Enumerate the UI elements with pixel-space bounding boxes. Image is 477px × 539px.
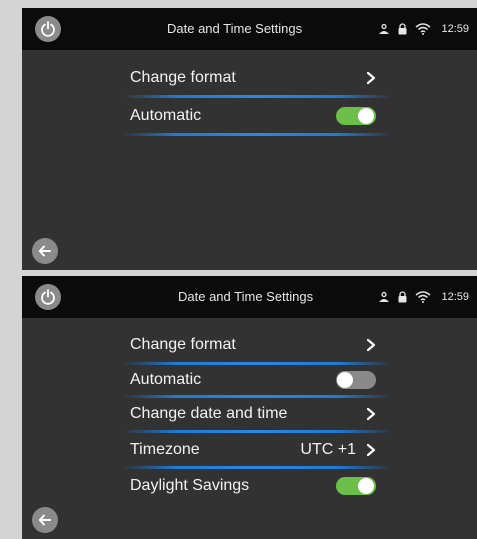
wifi-icon xyxy=(415,291,431,303)
timezone-row[interactable]: Timezone UTC +1 xyxy=(122,433,392,466)
chevron-right-icon xyxy=(366,407,376,421)
chevron-right-icon xyxy=(366,338,376,351)
toggle-knob xyxy=(358,477,374,494)
status-bar: Date and Time Settings 12:59 xyxy=(22,8,477,50)
back-arrow-icon xyxy=(38,245,51,257)
page-title: Date and Time Settings xyxy=(178,289,314,304)
user-icon xyxy=(378,23,390,35)
row-label: Automatic xyxy=(130,371,202,388)
page-title: Date and Time Settings xyxy=(167,21,303,36)
automatic-row: Automatic xyxy=(122,365,392,395)
back-button[interactable] xyxy=(32,507,58,533)
clock-time: 12:59 xyxy=(441,291,469,303)
daylight-savings-toggle[interactable] xyxy=(336,476,376,495)
row-label: Daylight Savings xyxy=(130,476,250,494)
wifi-icon xyxy=(415,23,431,35)
change-format-row[interactable]: Change format xyxy=(122,327,392,362)
daylight-savings-row: Daylight Savings xyxy=(122,469,392,502)
toggle-knob xyxy=(358,107,374,124)
settings-screen-automatic-on: Date and Time Settings 12:59 Change form… xyxy=(22,8,477,270)
automatic-toggle[interactable] xyxy=(336,106,376,125)
change-date-time-row[interactable]: Change date and time xyxy=(122,398,392,430)
chevron-right-icon xyxy=(366,71,376,84)
back-arrow-icon xyxy=(38,514,51,526)
toggle-knob xyxy=(337,372,353,388)
user-icon xyxy=(378,291,390,303)
row-label: Automatic xyxy=(130,106,202,124)
automatic-row: Automatic xyxy=(122,98,392,133)
status-bar: Date and Time Settings 12:59 xyxy=(22,276,477,318)
row-label: Timezone xyxy=(130,440,200,458)
change-format-row[interactable]: Change format xyxy=(122,60,392,95)
settings-list: Change format Automatic Change date and … xyxy=(122,327,392,502)
power-icon xyxy=(41,21,55,37)
lock-icon xyxy=(398,291,407,303)
lock-icon xyxy=(398,23,407,35)
power-icon xyxy=(41,289,55,305)
clock-time: 12:59 xyxy=(441,23,469,35)
power-button[interactable] xyxy=(35,284,61,310)
automatic-toggle[interactable] xyxy=(336,371,376,389)
row-label: Change format xyxy=(130,335,236,353)
back-button[interactable] xyxy=(32,238,58,264)
settings-screen-automatic-off: Date and Time Settings 12:59 Change form… xyxy=(22,276,477,539)
row-label: Change date and time xyxy=(130,405,288,422)
chevron-right-icon xyxy=(366,443,376,456)
row-divider xyxy=(122,133,392,136)
timezone-value: UTC +1 xyxy=(300,440,356,458)
settings-list: Change format Automatic xyxy=(122,60,392,136)
row-label: Change format xyxy=(130,68,236,86)
power-button[interactable] xyxy=(35,16,61,42)
